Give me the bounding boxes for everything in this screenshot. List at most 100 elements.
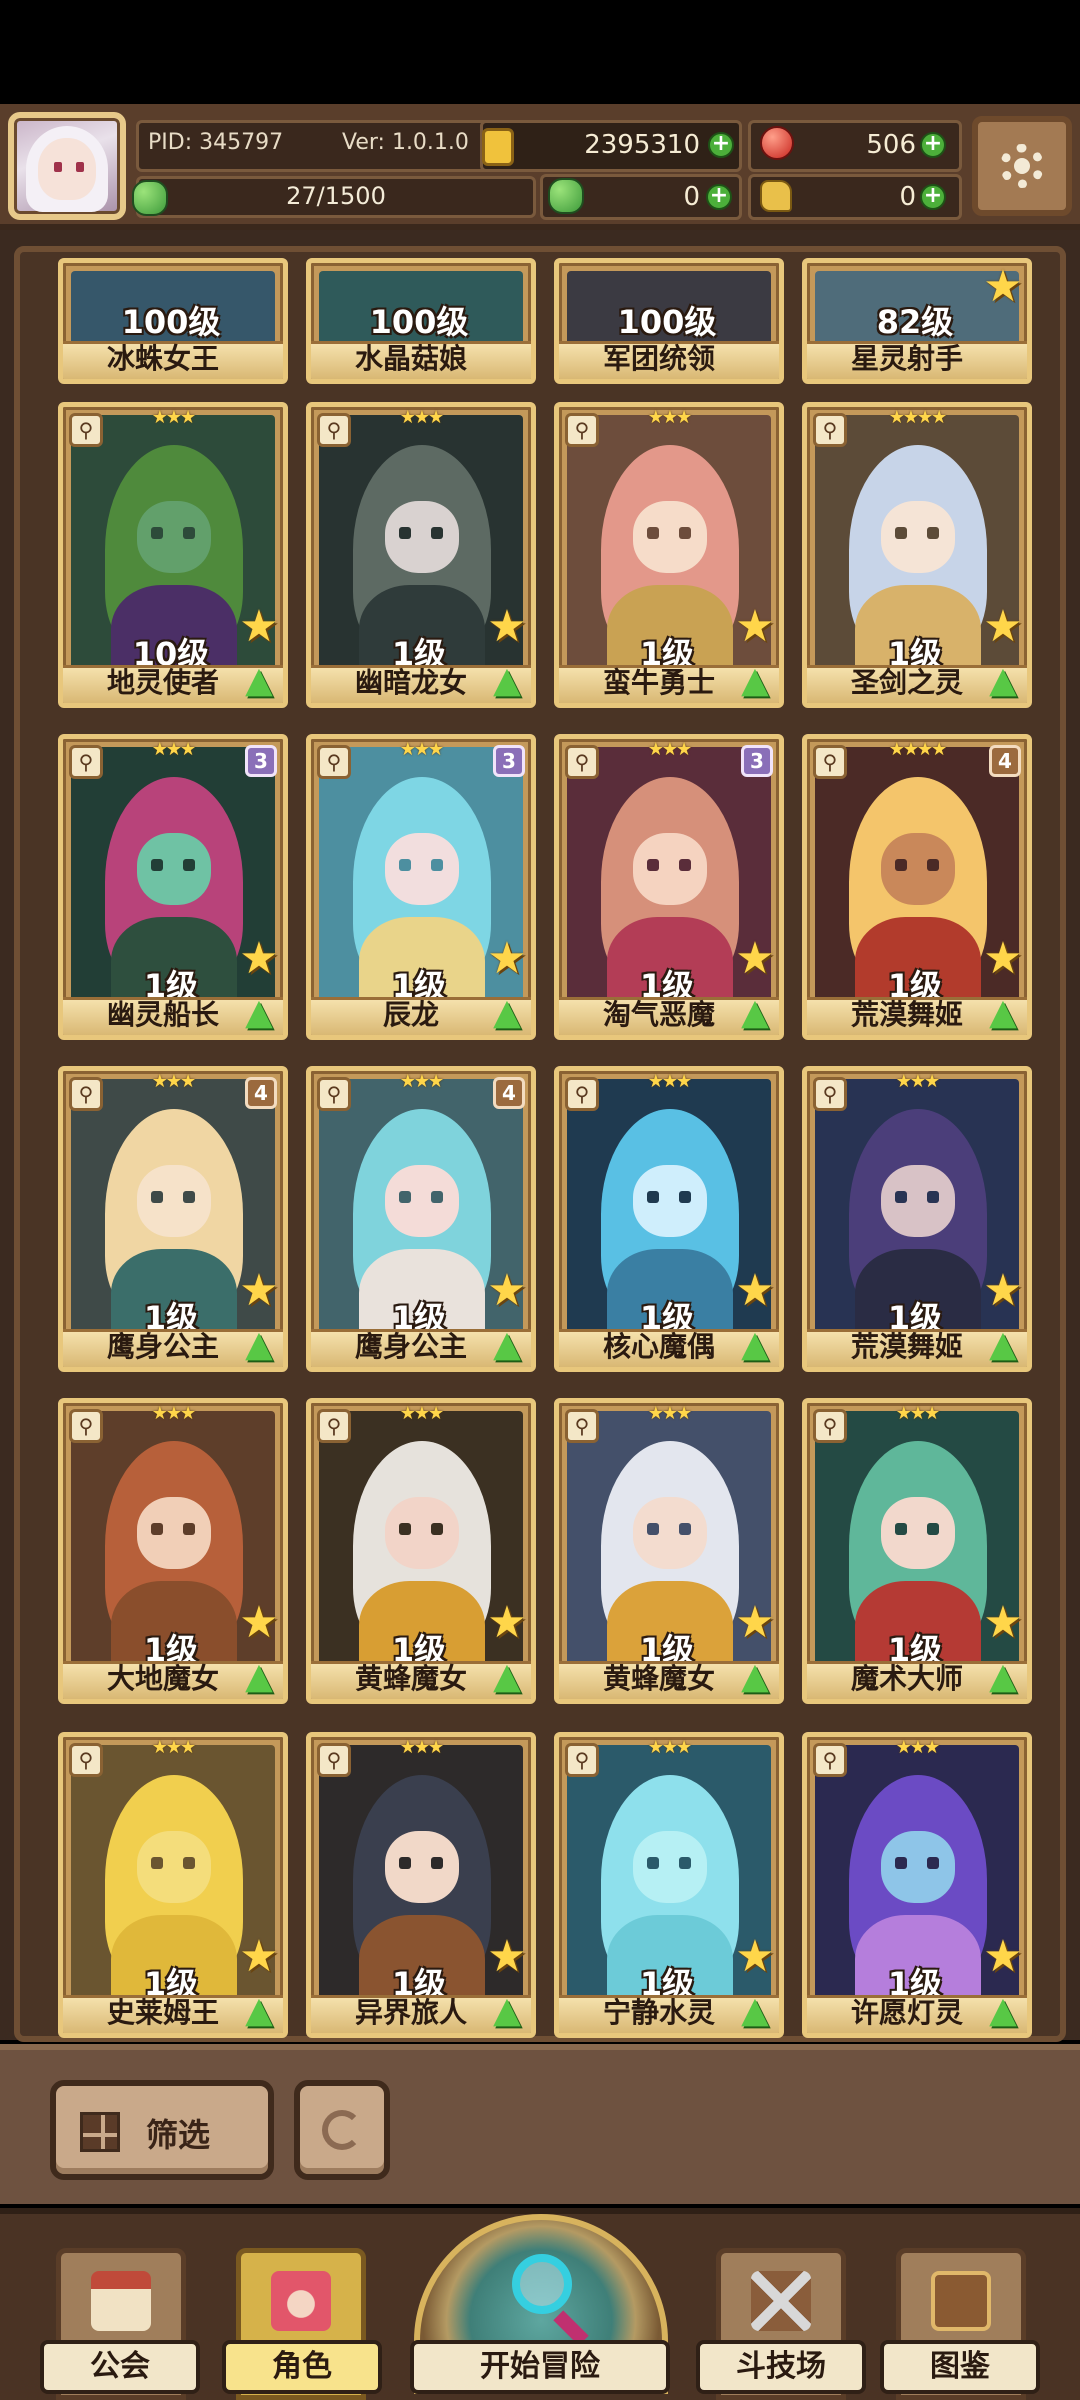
card-name: 大地魔女 — [106, 1662, 219, 1695]
card-art-eye — [647, 1191, 659, 1203]
clover-plus-button[interactable]: + — [706, 184, 732, 210]
nav-label-arena[interactable]: 斗技场 — [696, 2340, 866, 2394]
star-upgrade-icon: ★ — [735, 1597, 775, 1648]
star-upgrade-icon: ★ — [983, 933, 1023, 984]
refresh-button[interactable] — [294, 2080, 390, 2180]
card-name: 水晶菇娘 — [354, 342, 467, 375]
star-upgrade-icon: ★ — [735, 601, 775, 652]
level-up-arrow-icon: ▲ — [245, 1656, 273, 1697]
card-art-eye — [151, 527, 163, 539]
card-art-eye — [679, 1191, 691, 1203]
star-upgrade-icon: ★ — [983, 1931, 1023, 1982]
nav-label-codex[interactable]: 图鉴 — [880, 2340, 1040, 2394]
card-name: 异界旅人 — [354, 1996, 467, 2029]
character-card[interactable]: ★★★ ⚲ 3 1级 ★ 淘气恶魔 ▲ — [554, 734, 784, 1040]
character-card[interactable]: ★★★ ⚲ 3 1级 ★ 辰龙 ▲ — [306, 734, 536, 1040]
class-icon: ⚲ — [565, 413, 599, 447]
card-art-face — [385, 501, 459, 573]
character-card[interactable]: ★★★ ⚲ 1级 ★ 许愿灯灵 ▲ — [802, 1732, 1032, 2038]
card-art-eye — [151, 1523, 163, 1535]
character-card[interactable]: ★★★ ⚲ 1级 ★ 异界旅人 ▲ — [306, 1732, 536, 2038]
character-card[interactable]: ★★★ ⚲ 1级 ★ 黄蜂魔女 ▲ — [306, 1398, 536, 1704]
card-name: 辰龙 — [382, 998, 439, 1031]
character-card[interactable]: ★★★ ⚲ 1级 ★ 核心魔偶 ▲ — [554, 1066, 784, 1372]
character-card[interactable]: ★★★ ⚲ 1级 ★ 宁静水灵 ▲ — [554, 1732, 784, 2038]
character-card[interactable]: 82级 ★ ▲ 星灵射手 — [802, 258, 1032, 384]
character-card[interactable]: ★★★ ⚲ 1级 ★ 大地魔女 ▲ — [58, 1398, 288, 1704]
level-up-arrow-icon: ▲ — [493, 1990, 521, 2031]
class-icon: ⚲ — [69, 1409, 103, 1443]
card-art-eye — [183, 859, 195, 871]
gear-center — [1014, 158, 1030, 174]
card-art-eye — [151, 859, 163, 871]
rank-badge: 4 — [245, 1077, 277, 1109]
filter-button[interactable]: 筛选 — [50, 2080, 274, 2180]
star-upgrade-icon: ★ — [487, 1931, 527, 1982]
character-card[interactable]: ★★★ ⚲ 1级 ★ 史莱姆王 ▲ — [58, 1732, 288, 2038]
nav-label-adventure[interactable]: 开始冒险 — [410, 2340, 670, 2394]
class-icon: ⚲ — [813, 1077, 847, 1111]
card-name: 圣剑之灵 — [850, 666, 963, 699]
crossed-swords-icon — [751, 2271, 811, 2331]
card-name: 鹰身公主 — [106, 1330, 219, 1363]
card-name: 荒漠舞姬 — [850, 1330, 963, 1363]
card-art-eye — [431, 1523, 443, 1535]
card-art-eye — [647, 1523, 659, 1535]
class-icon: ⚲ — [317, 1743, 351, 1777]
card-art-eye — [183, 1857, 195, 1869]
guild-hall-icon — [91, 2271, 151, 2331]
character-card[interactable]: ★★★★ ⚲ 4 1级 ★ 荒漠舞姬 ▲ — [802, 734, 1032, 1040]
card-art-eye — [927, 1857, 939, 1869]
character-card[interactable]: 100级 水晶菇娘 — [306, 258, 536, 384]
clover-value: 0 — [683, 182, 700, 212]
ruby-plus-button[interactable]: + — [920, 132, 946, 158]
character-card[interactable]: ★★★ ⚲ 4 1级 ★ 鹰身公主 ▲ — [58, 1066, 288, 1372]
class-icon: ⚲ — [317, 413, 351, 447]
nav-label-guild[interactable]: 公会 — [40, 2340, 200, 2394]
settings-button[interactable] — [972, 116, 1072, 216]
character-card[interactable]: ★★★★ ⚲ 1级 ★ 圣剑之灵 ▲ — [802, 402, 1032, 708]
character-card[interactable]: ★★★ ⚲ 10级 ★ 地灵使者 ▲ — [58, 402, 288, 708]
ruby-value: 506 — [866, 130, 916, 160]
card-name: 史莱姆王 — [106, 1996, 219, 2029]
class-icon: ⚲ — [69, 1743, 103, 1777]
card-name: 蛮牛勇士 — [602, 666, 715, 699]
class-icon: ⚲ — [69, 745, 103, 779]
card-art-eye — [399, 1857, 411, 1869]
card-art-eye — [647, 859, 659, 871]
card-name: 幽暗龙女 — [354, 666, 467, 699]
avatar-eye — [54, 162, 62, 172]
character-card[interactable]: 100级 冰蛛女王 — [58, 258, 288, 384]
character-card[interactable]: ★★★ ⚲ 1级 ★ 蛮牛勇士 ▲ — [554, 402, 784, 708]
card-art-eye — [431, 1857, 443, 1869]
level-up-arrow-icon: ▲ — [741, 1990, 769, 2031]
character-card[interactable]: ★★★ ⚲ 1级 ★ 黄蜂魔女 ▲ — [554, 1398, 784, 1704]
character-card[interactable]: ★★★ ⚲ 1级 ★ 魔术大师 ▲ — [802, 1398, 1032, 1704]
card-name: 冰蛛女王 — [106, 342, 219, 375]
nav-label-character[interactable]: 角色 — [222, 2340, 382, 2394]
character-card[interactable]: ★★★ ⚲ 1级 ★ 荒漠舞姬 ▲ — [802, 1066, 1032, 1372]
class-icon: ⚲ — [317, 1409, 351, 1443]
character-card[interactable]: 100级 军团统领 — [554, 258, 784, 384]
level-up-arrow-icon: ▲ — [245, 660, 273, 701]
coin-icon — [482, 128, 514, 166]
glove-plus-button[interactable]: + — [920, 184, 946, 210]
refresh-icon — [322, 2110, 362, 2150]
card-art-eye — [679, 1523, 691, 1535]
character-card[interactable]: ★★★ ⚲ 1级 ★ 幽暗龙女 ▲ — [306, 402, 536, 708]
star-upgrade-icon: ★ — [239, 1931, 279, 1982]
card-art-face — [881, 1497, 955, 1569]
card-name: 许愿灯灵 — [850, 1996, 963, 2029]
avatar-eye — [76, 162, 84, 172]
class-icon: ⚲ — [565, 1077, 599, 1111]
glove-value: 0 — [899, 182, 916, 212]
card-name: 黄蜂魔女 — [354, 1662, 467, 1695]
star-upgrade-icon: ★ — [983, 261, 1023, 312]
character-card[interactable]: ★★★ ⚲ 4 1级 ★ 鹰身公主 ▲ — [306, 1066, 536, 1372]
player-avatar[interactable] — [8, 112, 126, 220]
gold-plus-button[interactable]: + — [708, 132, 734, 158]
card-art-eye — [895, 1523, 907, 1535]
star-upgrade-icon: ★ — [239, 1597, 279, 1648]
character-card[interactable]: ★★★ ⚲ 3 1级 ★ 幽灵船长 ▲ — [58, 734, 288, 1040]
card-name: 地灵使者 — [106, 666, 219, 699]
